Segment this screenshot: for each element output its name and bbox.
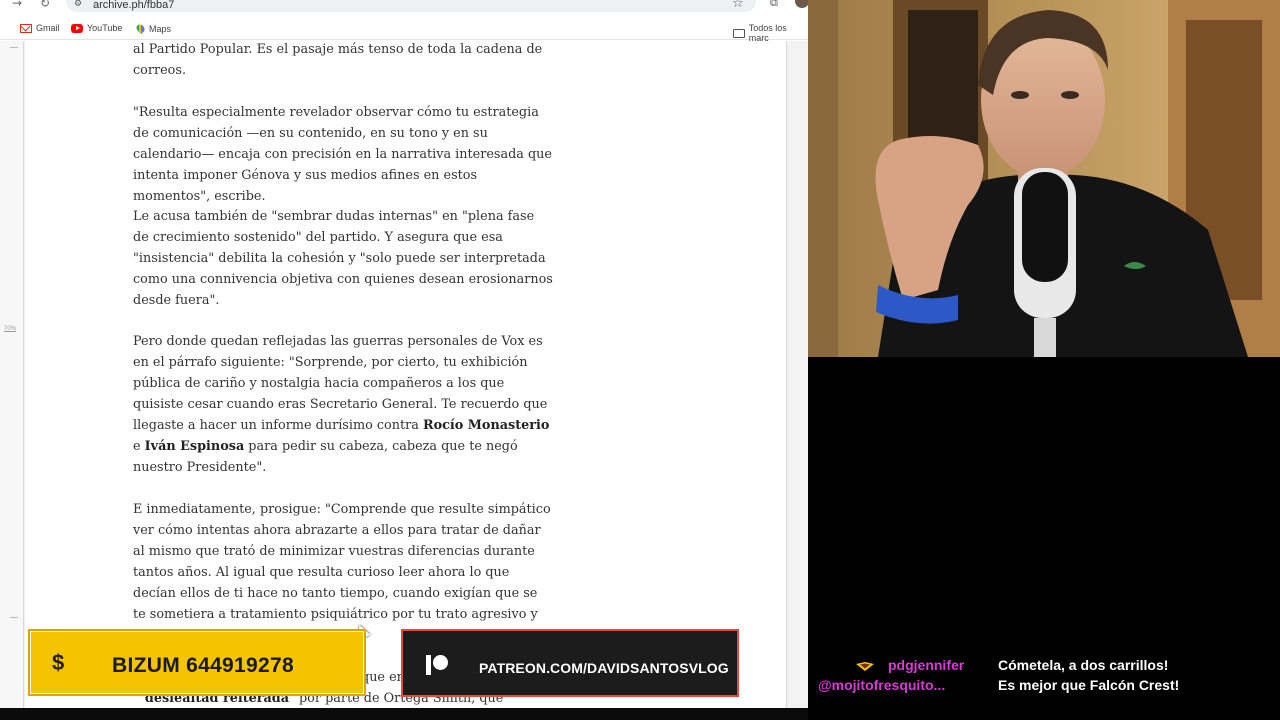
youtube-icon <box>71 23 83 33</box>
bold-name: Rocío Monasterio <box>422 418 550 433</box>
bizum-label: BIZUM 644919278 <box>112 654 294 677</box>
bottom-bar <box>0 708 808 720</box>
gmail-icon <box>20 23 32 33</box>
page-viewport: 70% al Partido Popular. Es el pasaje más… <box>0 41 808 708</box>
extensions-icon[interactable]: ⧉ <box>770 0 778 10</box>
bookmark-maps[interactable]: Maps <box>134 22 172 35</box>
address-bar[interactable]: ⚙ archive.ph/fbba7 <box>66 0 756 12</box>
rail-tick <box>10 47 18 48</box>
chat-username[interactable]: @mojitofresquito... <box>818 677 945 693</box>
chat-text: Cómetela, a dos carrillos! <box>998 657 1169 673</box>
folder-icon <box>733 28 745 38</box>
bold-name: Iván Espinosa <box>144 439 245 454</box>
maps-icon <box>134 22 147 35</box>
bookmark-label: YouTube <box>87 23 123 33</box>
forward-icon[interactable]: → <box>12 0 22 10</box>
bookmark-label: Maps <box>149 23 172 34</box>
bizum-banner: $ BIZUM 644919278 <box>28 629 366 696</box>
article-paragraph: Le acusa también de "sembrar dudas inter… <box>133 209 553 308</box>
chat-message: pdgjennifer Cómetela, a dos carrillos! <box>808 657 1280 677</box>
patreon-label: PATREON.COM/DAVIDSANTOSVLOG <box>479 660 729 676</box>
bookmark-youtube[interactable]: YouTube <box>71 23 122 33</box>
webcam-image <box>808 0 1280 357</box>
patreon-banner: PATREON.COM/DAVIDSANTOSVLOG <box>401 629 739 697</box>
article-paragraph: E inmediatamente, prosigue: "Comprende q… <box>133 502 551 643</box>
article-column: al Partido Popular. Es el pasaje más ten… <box>25 41 787 708</box>
bookmarks-folder[interactable]: Todos los marc <box>733 23 808 43</box>
article-paragraph: Pero donde quedan reflejadas las guerras… <box>133 331 553 478</box>
paragraph-text: e <box>133 439 145 454</box>
bookmarks-folder-label: Todos los marc <box>748 23 787 43</box>
archive-left-rail: 70% <box>0 41 24 708</box>
reload-icon[interactable]: ↻ <box>40 0 50 10</box>
dollar-icon: $ <box>52 650 65 675</box>
right-gutter <box>788 41 808 708</box>
chat-username[interactable]: pdgjennifer <box>888 657 964 673</box>
patreon-icon <box>426 655 448 675</box>
rail-tick <box>10 617 18 618</box>
chat-message: @mojitofresquito... Es mejor que Falcón … <box>808 677 1280 697</box>
bookmark-star-icon[interactable]: ☆ <box>732 0 744 11</box>
bookmarks-bar: Gmail YouTube Maps Todos los marc <box>0 18 808 43</box>
badge-icon <box>856 662 874 671</box>
chat-text: Es mejor que Falcón Crest! <box>998 677 1180 693</box>
profile-avatar[interactable] <box>795 0 808 8</box>
browser-toolbar: → ↻ ⚙ archive.ph/fbba7 ☆ ⧉ <box>0 0 808 16</box>
article-paragraph: "Resulta especialmente revelador observa… <box>133 105 552 204</box>
chat-overlay: pdgjennifer Cómetela, a dos carrillos! @… <box>808 357 1280 720</box>
site-info-icon[interactable]: ⚙ <box>74 0 82 9</box>
url-text[interactable]: archive.ph/fbba7 <box>93 0 174 11</box>
webcam-feed <box>808 0 1280 357</box>
article-paragraph: al Partido Popular. Es el pasaje más ten… <box>133 42 543 78</box>
rail-zoom-link[interactable]: 70% <box>4 326 16 332</box>
browser-window: → ↻ ⚙ archive.ph/fbba7 ☆ ⧉ Gmail YouTube… <box>0 0 808 708</box>
bookmark-label: Gmail <box>36 23 60 33</box>
bookmark-gmail[interactable]: Gmail <box>20 23 60 33</box>
